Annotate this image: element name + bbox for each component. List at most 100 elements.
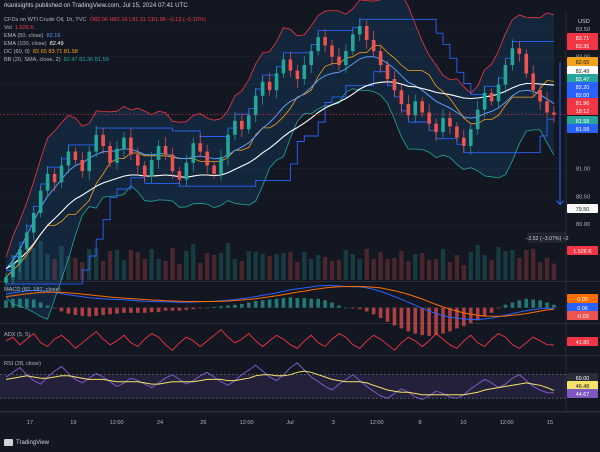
price-tag-label: 83.71 (576, 36, 590, 42)
candle-body (441, 118, 445, 133)
volume-bar (503, 251, 508, 280)
macd-histogram-bar (357, 307, 362, 310)
macd-histogram-bar (274, 298, 279, 308)
price-tag-label: 81.58 (576, 119, 590, 125)
macd-tag-label: 0.06 (577, 306, 588, 312)
candle-body (73, 151, 78, 160)
volume-bar (149, 249, 154, 280)
candle-body (253, 95, 258, 116)
macd-histogram-bar (177, 307, 182, 311)
price-tag-label: 82.20 (576, 85, 590, 91)
time-tick-label: Jul (286, 420, 293, 426)
candle-body (129, 137, 133, 155)
volume-bar (177, 264, 182, 280)
legend-row-bollinger[interactable]: BB (20, SMA, close, 2) 82.47 83.36 81.58 (4, 56, 206, 64)
legend-row-volume[interactable]: Vol 1.526 K (4, 24, 206, 32)
candle-body (489, 92, 494, 102)
macd-histogram-bar (233, 304, 237, 308)
volume-bar (440, 249, 446, 280)
volume-bar (135, 252, 140, 280)
candle-body (364, 25, 369, 40)
macd-histogram-bar (288, 297, 293, 308)
macd-histogram-bar (240, 303, 244, 308)
price-tick-label: 80.00 (576, 222, 590, 228)
macd-histogram-bar (101, 307, 105, 316)
macd-histogram-bar (413, 307, 418, 334)
macd-histogram-bar (205, 307, 209, 309)
macd-histogram-bar (475, 307, 480, 321)
legend-value: O82.06 H82.16 L81.91 C81.96 −0.13 (−0.16… (89, 17, 206, 23)
candle-body (302, 65, 307, 79)
volume-bar (121, 260, 127, 280)
price-tag-label: 83.36 (576, 44, 590, 50)
candle-body (66, 151, 71, 166)
legend-row-symbol[interactable]: CFDs on WTI Crude Oil, 1h, TVC O82.06 H82… (4, 16, 206, 24)
legend-row-donchian[interactable]: DC (60, 0) 82.65 83.71 81.58 (4, 48, 206, 56)
brand-label: TradingView (16, 439, 50, 446)
volume-bar (253, 252, 258, 280)
candle-body (344, 51, 348, 66)
macd-histogram-bar (316, 298, 320, 308)
macd-histogram-bar (4, 300, 8, 308)
macd-histogram-bar (73, 307, 78, 316)
macd-histogram-bar (489, 307, 494, 313)
candle-body (545, 101, 549, 113)
volume-bar (211, 255, 217, 280)
legend-row-ema50[interactable]: EMA (50, close) 82.16 (4, 32, 206, 40)
volume-bar (482, 255, 487, 280)
legend-row-ema100[interactable]: EMA (100, close) 82.49 (4, 40, 206, 48)
macd-histogram-bar (531, 299, 535, 308)
candle-body (281, 59, 286, 74)
chart-canvas[interactable]: −2.52 (−3.07%) −280.0080.5081.0082.0082.… (0, 0, 600, 452)
candle-body (448, 118, 452, 127)
volume-bar (524, 250, 529, 280)
macd-histogram-bar (246, 302, 251, 308)
macd-histogram-bar (66, 307, 71, 314)
price-tag-label: 1.526 K (573, 249, 592, 255)
macd-histogram-bar (142, 307, 147, 313)
volume-bar (246, 251, 251, 280)
volume-bar (156, 259, 161, 280)
macd-histogram-bar (45, 305, 50, 308)
candle-body (371, 39, 376, 52)
price-tick-label: 83.50 (576, 27, 590, 33)
macd-histogram-bar (115, 307, 119, 314)
macd-tag-label: -0.03 (576, 314, 588, 320)
volume-bar (489, 260, 494, 280)
legend-value: 82.49 (49, 41, 64, 48)
macd-histogram-bar (330, 302, 334, 308)
volume-bar (364, 249, 369, 280)
macd-histogram-bar (552, 304, 556, 308)
macd-histogram-bar (434, 307, 438, 336)
price-tick-label: 80.50 (576, 194, 590, 200)
candle-body (170, 154, 175, 172)
macd-histogram-bar (378, 307, 383, 319)
macd-histogram-bar (18, 298, 22, 308)
macd-histogram-bar (80, 307, 85, 316)
macd-histogram-bar (482, 307, 487, 317)
macd-histogram-bar (212, 306, 216, 308)
volume-bar (343, 250, 349, 280)
candle-body (434, 123, 438, 133)
candle-body (101, 134, 105, 146)
rsi-tag-label: 60.00 (576, 376, 590, 382)
tradingview-footer: TradingView (4, 439, 49, 446)
price-tag-label: 81.96 (576, 101, 590, 107)
volume-bar (100, 261, 106, 280)
candle-body (420, 101, 425, 113)
macd-histogram-bar (399, 307, 404, 329)
candle-body (163, 146, 168, 155)
volume-bar (198, 263, 203, 280)
volume-bar (378, 252, 383, 280)
candle-body (31, 213, 36, 233)
volume-bar (232, 259, 238, 280)
candle-body (482, 92, 487, 110)
candle-body (59, 165, 64, 183)
candle-body (219, 157, 223, 174)
measure-label: −2.52 (−3.07%) −2 (525, 236, 568, 242)
candle-body (351, 34, 355, 52)
volume-bar (267, 256, 272, 280)
macd-histogram-bar (545, 302, 549, 308)
time-tick-label: 3 (332, 420, 335, 426)
macd-title: MACD (82, 187, close) (4, 287, 61, 293)
